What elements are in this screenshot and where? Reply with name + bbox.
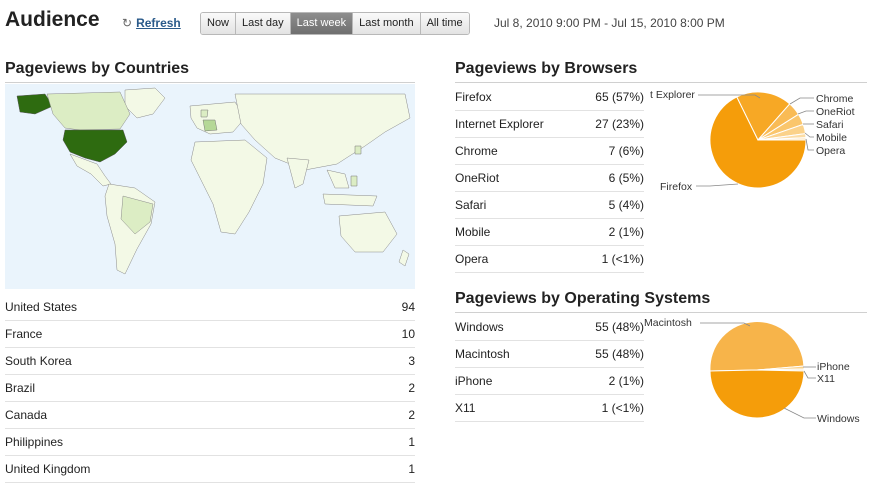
os-value: 55 (48%) xyxy=(554,314,644,341)
pie-label-opera: Opera xyxy=(816,145,845,157)
table-row[interactable]: Windows 55 (48%) xyxy=(455,314,644,341)
browser-name: Safari xyxy=(455,191,578,219)
all-time-button[interactable]: All time xyxy=(420,13,469,34)
pie-label-iphone: iPhone xyxy=(817,361,850,373)
browsers-rule xyxy=(455,82,867,83)
browser-value: 1 (<1%) xyxy=(577,245,644,273)
os-pie-chart: Macintosh iPhone X11 Windows xyxy=(644,317,860,425)
table-row[interactable]: Philippines 1 xyxy=(5,428,415,456)
refresh-label: Refresh xyxy=(136,16,181,30)
pie-label-x11: X11 xyxy=(817,373,835,385)
browser-name: Firefox xyxy=(455,84,578,111)
date-range: Jul 8, 2010 9:00 PM - Jul 15, 2010 8:00 … xyxy=(494,16,725,30)
country-value: 1 xyxy=(359,455,415,483)
table-row[interactable]: X11 1 (<1%) xyxy=(455,394,644,422)
table-row[interactable]: Opera 1 (<1%) xyxy=(455,245,644,273)
os-pie xyxy=(709,321,805,419)
os-rule xyxy=(455,312,867,313)
country-name: Brazil xyxy=(5,374,360,402)
country-value: 2 xyxy=(359,401,415,429)
time-range-buttons: Now Last day Last week Last month All ti… xyxy=(200,12,470,35)
os-name: X11 xyxy=(455,394,555,422)
os-name: iPhone xyxy=(455,367,555,395)
world-map[interactable] xyxy=(5,84,415,289)
world-map-svg xyxy=(5,84,415,289)
pie-label-oneriot: OneRiot xyxy=(816,106,855,118)
browser-name: Internet Explorer xyxy=(455,110,578,138)
country-name: United Kingdom xyxy=(5,455,360,483)
last-week-button[interactable]: Last week xyxy=(290,13,354,34)
browser-name: Opera xyxy=(455,245,578,273)
country-name: Philippines xyxy=(5,428,360,456)
pie-slice-macintosh[interactable] xyxy=(709,321,805,372)
table-row[interactable]: OneRiot 6 (5%) xyxy=(455,164,644,192)
country-value: 10 xyxy=(359,320,415,348)
browsers-pie-chart: t Explorer Chrome OneRiot Safari Mobile … xyxy=(650,89,855,193)
table-row[interactable]: Brazil 2 xyxy=(5,374,415,402)
refresh-icon: ↻ xyxy=(122,16,133,30)
browser-value: 2 (1%) xyxy=(577,218,644,246)
table-row[interactable]: Internet Explorer 27 (23%) xyxy=(455,110,644,138)
browser-value: 5 (4%) xyxy=(577,191,644,219)
browser-name: Mobile xyxy=(455,218,578,246)
browsers-pie xyxy=(709,91,807,189)
country-name: United States xyxy=(5,294,360,321)
pie-label-chrome: Chrome xyxy=(816,93,854,105)
last-month-button[interactable]: Last month xyxy=(353,13,421,34)
browser-name: Chrome xyxy=(455,137,578,165)
country-name: South Korea xyxy=(5,347,360,375)
table-row[interactable]: Chrome 7 (6%) xyxy=(455,137,644,165)
table-row[interactable]: iPhone 2 (1%) xyxy=(455,367,644,395)
os-value: 55 (48%) xyxy=(554,340,644,368)
pie-label-mobile: Mobile xyxy=(816,132,847,144)
refresh-link[interactable]: ↻ Refresh xyxy=(122,16,181,30)
page-title: Audience xyxy=(5,8,100,31)
os-table: Windows 55 (48%) Macintosh 55 (48%) iPhone… xyxy=(455,314,644,422)
os-title: Pageviews by Operating Systems xyxy=(455,290,711,307)
table-row[interactable]: France 10 xyxy=(5,320,415,348)
table-row[interactable]: South Korea 3 xyxy=(5,347,415,375)
browser-value: 27 (23%) xyxy=(577,110,644,138)
now-button[interactable]: Now xyxy=(201,13,237,34)
table-row[interactable]: Canada 2 xyxy=(5,401,415,429)
table-row[interactable]: United Kingdom 1 xyxy=(5,455,415,483)
browser-value: 65 (57%) xyxy=(577,84,644,111)
pie-label-internet-explorer: t Explorer xyxy=(650,89,695,101)
table-row[interactable]: Safari 5 (4%) xyxy=(455,191,644,219)
country-value: 3 xyxy=(359,347,415,375)
country-value: 94 xyxy=(359,294,415,321)
os-value: 1 (<1%) xyxy=(554,394,644,422)
os-value: 2 (1%) xyxy=(554,367,644,395)
country-value: 1 xyxy=(359,428,415,456)
country-name: France xyxy=(5,320,360,348)
browsers-title: Pageviews by Browsers xyxy=(455,60,638,77)
os-name: Windows xyxy=(455,314,555,341)
countries-rule xyxy=(5,82,415,83)
table-row[interactable]: United States 94 xyxy=(5,294,415,321)
pie-label-windows: Windows xyxy=(817,413,860,425)
last-day-button[interactable]: Last day xyxy=(236,13,291,34)
country-value: 2 xyxy=(359,374,415,402)
table-row[interactable]: Mobile 2 (1%) xyxy=(455,218,644,246)
browser-value: 7 (6%) xyxy=(577,137,644,165)
pie-label-firefox: Firefox xyxy=(660,181,693,193)
browser-value: 6 (5%) xyxy=(577,164,644,192)
country-name: Canada xyxy=(5,401,360,429)
countries-title: Pageviews by Countries xyxy=(5,60,190,77)
os-name: Macintosh xyxy=(455,340,555,368)
browser-name: OneRiot xyxy=(455,164,578,192)
pie-label-macintosh: Macintosh xyxy=(644,317,692,329)
table-row[interactable]: Firefox 65 (57%) xyxy=(455,84,644,111)
table-row[interactable]: Macintosh 55 (48%) xyxy=(455,340,644,368)
pie-label-safari: Safari xyxy=(816,119,843,131)
countries-table: United States 94 France 10 South Korea 3 Br… xyxy=(5,294,415,483)
browsers-table: Firefox 65 (57%) Internet Explorer 27 (23%… xyxy=(455,84,644,273)
